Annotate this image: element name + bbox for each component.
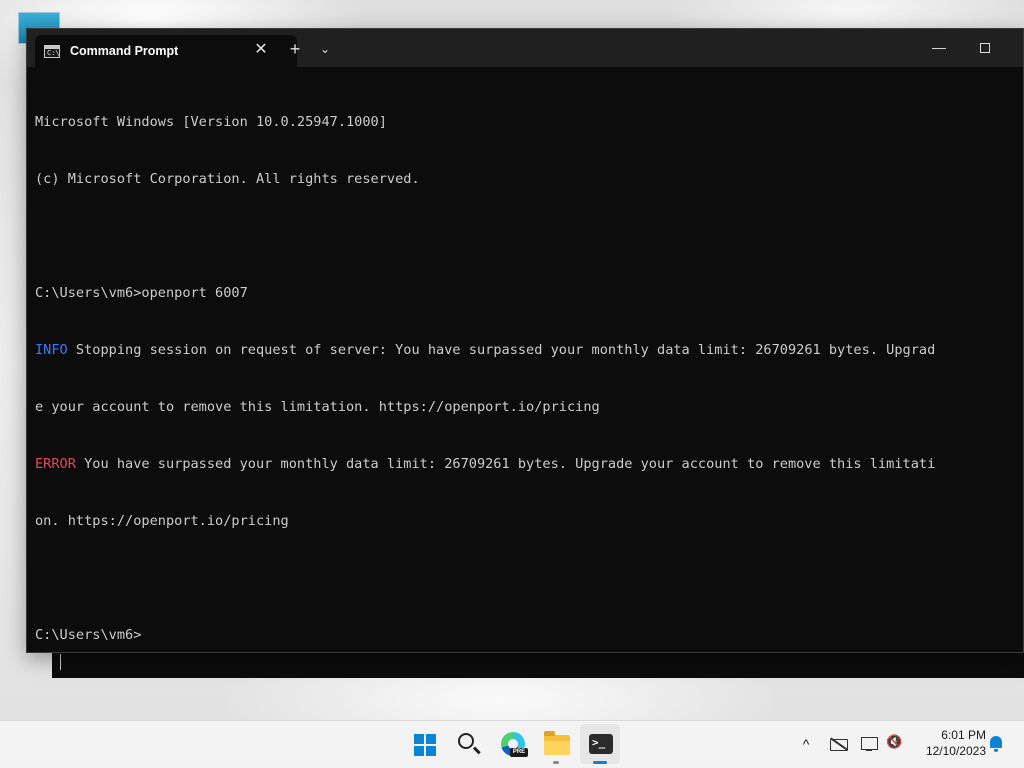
console-line: (c) Microsoft Corporation. All rights re… <box>35 171 420 187</box>
command-prompt-icon: C:\ <box>44 45 60 58</box>
terminal-glyph: >_ <box>592 736 606 749</box>
background-console-caret <box>60 654 61 670</box>
terminal-icon: >_ <box>589 734 613 754</box>
terminal-taskbar-button[interactable]: >_ <box>580 724 620 764</box>
tab-dropdown-button[interactable]: ⌄ <box>313 37 337 61</box>
console-line: C:\Users\vm6>openport 6007 <box>35 285 248 301</box>
title-bar[interactable]: C:\ Command Prompt ✕ + ⌄ — <box>27 29 1023 67</box>
info-tag: INFO <box>35 342 68 358</box>
console-line: e your account to remove this limitation… <box>35 399 600 415</box>
maximize-icon <box>980 43 990 53</box>
volume-glyph: 🔇 <box>886 735 903 750</box>
console-line-info: INFO Stopping session on request of serv… <box>35 342 936 358</box>
bell-body <box>990 736 1002 748</box>
windows-logo-icon <box>414 734 436 756</box>
display-icon[interactable] <box>860 735 880 753</box>
running-indicator <box>553 761 559 764</box>
volume-muted-icon[interactable]: 🔇 <box>886 735 906 753</box>
maximize-button[interactable] <box>969 35 1001 61</box>
tab-title: Command Prompt <box>70 44 179 58</box>
clock[interactable]: 6:01 PM 12/10/2023 <box>912 727 986 763</box>
console-output[interactable]: Microsoft Windows [Version 10.0.25947.10… <box>35 75 1023 645</box>
tab-command-prompt[interactable]: C:\ Command Prompt ✕ <box>35 35 297 67</box>
start-button[interactable] <box>404 724 444 764</box>
error-tag: ERROR <box>35 456 76 472</box>
bell-clapper <box>994 749 998 752</box>
command-prompt-icon-text: C:\ <box>47 49 60 57</box>
close-tab-button[interactable]: ✕ <box>247 38 275 62</box>
network-disconnected-icon[interactable] <box>829 735 849 753</box>
minimize-button[interactable]: — <box>923 35 955 61</box>
clock-time: 6:01 PM <box>941 728 986 742</box>
search-button[interactable] <box>448 724 488 764</box>
console-line: on. https://openport.io/pricing <box>35 513 289 529</box>
notification-bell-icon[interactable] <box>988 735 1004 753</box>
console-line: Microsoft Windows [Version 10.0.25947.10… <box>35 114 387 130</box>
search-icon <box>458 733 474 749</box>
file-explorer-button[interactable] <box>536 724 576 764</box>
clock-date: 12/10/2023 <box>925 744 986 758</box>
console-prompt-line[interactable]: C:\Users\vm6> <box>35 626 1023 645</box>
active-indicator <box>593 761 607 764</box>
terminal-window[interactable]: C:\ Command Prompt ✕ + ⌄ — Microsoft Win… <box>26 28 1024 653</box>
folder-icon <box>544 731 570 755</box>
new-tab-button[interactable]: + <box>283 37 307 61</box>
edge-preview-button[interactable]: PRE <box>492 724 532 764</box>
show-hidden-icons-button[interactable]: ^ <box>797 735 815 753</box>
console-line-error: ERROR You have surpassed your monthly da… <box>35 456 936 472</box>
preview-badge: PRE <box>510 748 528 757</box>
